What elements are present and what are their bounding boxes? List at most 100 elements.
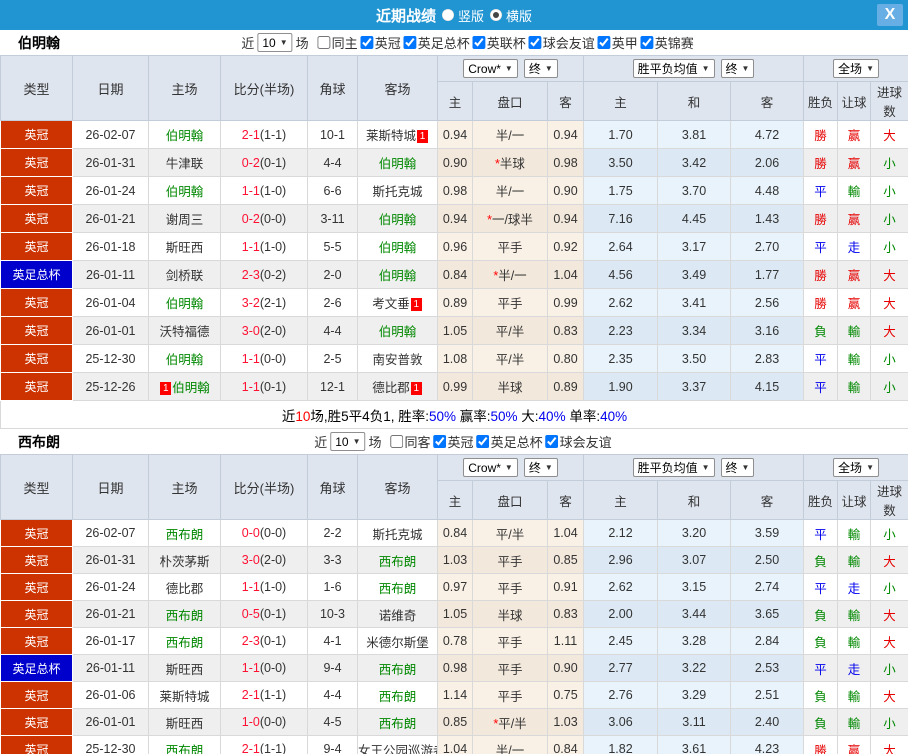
red-card-badge: 1 [417, 130, 428, 143]
group-fulltime-results: 全场 ▼ [803, 55, 908, 82]
summary-segment: 40% [600, 408, 628, 424]
wdl-result: 平 [803, 344, 839, 373]
match-count-select[interactable]: 10 ▼ [330, 432, 366, 451]
bookmaker-select[interactable]: Crow* ▼ [463, 59, 518, 78]
summary-segment: 大: [517, 408, 539, 424]
away-odds: 1.03 [547, 708, 584, 736]
col-goals-result: 进球数 [870, 480, 908, 520]
home-team: 西布朗 [148, 519, 221, 547]
match-date: 26-01-18 [72, 232, 149, 261]
match-date: 26-01-31 [72, 148, 149, 177]
col-home: 主场 [148, 454, 221, 520]
league-filter-5-checkbox[interactable] [597, 36, 611, 49]
fulltime-select[interactable]: 全场 ▼ [833, 59, 879, 78]
league-filter-2[interactable]: 英足总杯 [403, 33, 470, 52]
away-team-name: 西布朗 [378, 716, 417, 731]
col-avg-away: 客 [729, 480, 805, 520]
league-filter-2[interactable]: 英足总杯 [476, 432, 543, 451]
league-filter-1-label: 英冠 [447, 435, 474, 450]
score-cell: 1-1(1-0) [220, 232, 308, 261]
halftime-score: (1-0) [259, 239, 287, 254]
wdl-result: 平 [803, 176, 839, 205]
same-side-filter[interactable]: 同主 [317, 33, 358, 52]
radio-checked-icon[interactable] [490, 9, 502, 21]
final-odds-select[interactable]: 终 ▼ [523, 59, 558, 78]
final-odds-select[interactable]: 终 ▼ [523, 458, 558, 477]
league-filter-3[interactable]: 球会友谊 [545, 432, 612, 451]
layout-option-vertical[interactable]: 竖版 [441, 6, 484, 25]
chevron-down-icon: ▼ [504, 463, 513, 472]
handicap-result: 輸 [837, 344, 872, 373]
close-button[interactable]: X [877, 4, 903, 26]
home-odds: 0.94 [437, 204, 473, 233]
fulltime-select-value: 全场 [838, 461, 863, 475]
radio-unchecked-icon[interactable] [441, 9, 454, 21]
match-date: 26-01-04 [72, 288, 149, 317]
home-team: 斯旺西 [148, 654, 221, 682]
league-filter-3-checkbox[interactable] [545, 435, 559, 448]
avg-home-odds: 2.35 [583, 344, 658, 373]
filter-controls: 近 10 ▼ 场同主 英冠 英足总杯 英联杯 球会友谊 英甲 英锦赛 [241, 33, 694, 52]
league-filter-4[interactable]: 球会友谊 [528, 33, 595, 52]
fulltime-score: 0-2 [241, 155, 260, 170]
filter-controls: 近 10 ▼ 场同客 英冠 英足总杯 球会友谊 [314, 432, 612, 451]
final-average-select[interactable]: 终 ▼ [720, 59, 755, 78]
halftime-score: (0-0) [259, 715, 287, 729]
league-filter-2-checkbox[interactable] [403, 36, 417, 49]
same-side-filter-label: 同客 [404, 435, 431, 450]
league-filter-1-checkbox[interactable] [360, 36, 374, 49]
halftime-score: (1-0) [259, 580, 287, 594]
wdl-average-select[interactable]: 胜平负均值 ▼ [632, 59, 715, 78]
corner-count: 4-5 [307, 708, 358, 736]
col-avg-home: 主 [583, 480, 658, 520]
league-filter-4-checkbox[interactable] [528, 36, 542, 49]
near-label: 近 [314, 435, 328, 450]
fulltime-score: 3-2 [241, 295, 260, 310]
match-count-select[interactable]: 10 ▼ [257, 33, 293, 52]
league-filter-5[interactable]: 英甲 [597, 33, 638, 52]
same-side-filter[interactable]: 同客 [390, 432, 431, 451]
league-filter-1[interactable]: 英冠 [433, 432, 474, 451]
away-odds: 0.80 [547, 344, 584, 373]
corner-count: 12-1 [307, 372, 358, 401]
score-cell: 0-0(0-0) [220, 519, 308, 547]
fulltime-select[interactable]: 全场 ▼ [833, 458, 879, 477]
home-odds: 0.84 [437, 260, 473, 289]
league-filter-6-checkbox[interactable] [640, 36, 654, 49]
red-card-badge: 1 [410, 298, 422, 311]
match-date: 26-01-01 [72, 316, 149, 345]
home-team: 朴茨茅斯 [148, 546, 221, 574]
league-filter-3-checkbox[interactable] [472, 36, 486, 49]
home-odds: 0.78 [437, 627, 473, 655]
league-filter-1-checkbox[interactable] [433, 435, 447, 448]
corner-count: 3-3 [307, 546, 358, 574]
away-team-name: 米德尔斯堡 [366, 635, 429, 650]
bookmaker-select[interactable]: Crow* ▼ [463, 458, 518, 477]
home-team-name: 斯旺西 [165, 662, 204, 677]
avg-away-odds: 2.84 [729, 627, 805, 655]
away-team: 西布朗 [357, 573, 438, 601]
league-filter-2-label: 英足总杯 [417, 36, 470, 51]
same-side-filter-checkbox[interactable] [317, 36, 331, 49]
col-corner: 角球 [307, 55, 358, 121]
away-team: 考文垂 1 [357, 288, 438, 317]
avg-away-odds: 2.40 [729, 708, 805, 736]
league-filter-1[interactable]: 英冠 [360, 33, 401, 52]
wdl-result: 平 [803, 654, 839, 682]
wdl-average-select[interactable]: 胜平负均值 ▼ [632, 458, 715, 477]
group-wdl-average: 胜平负均值 ▼ 终 ▼ [582, 454, 805, 481]
layout-option-horizontal[interactable]: 横版 [490, 6, 532, 25]
league-filter-6[interactable]: 英锦赛 [640, 33, 694, 52]
avg-draw-odds: 3.07 [657, 546, 731, 574]
final-average-select[interactable]: 终 ▼ [720, 458, 755, 477]
score-cell: 3-2(2-1) [220, 288, 308, 317]
league-filter-2-checkbox[interactable] [476, 435, 490, 448]
avg-draw-odds: 3.81 [657, 120, 731, 149]
home-team: 西布朗 [148, 735, 221, 754]
away-team-name: 南安普敦 [372, 353, 423, 367]
corner-count: 4-4 [307, 681, 358, 709]
avg-draw-odds: 3.41 [657, 288, 731, 317]
league-filter-3[interactable]: 英联杯 [472, 33, 526, 52]
same-side-filter-checkbox[interactable] [390, 435, 404, 448]
handicap-line: 半/一 [472, 735, 548, 754]
